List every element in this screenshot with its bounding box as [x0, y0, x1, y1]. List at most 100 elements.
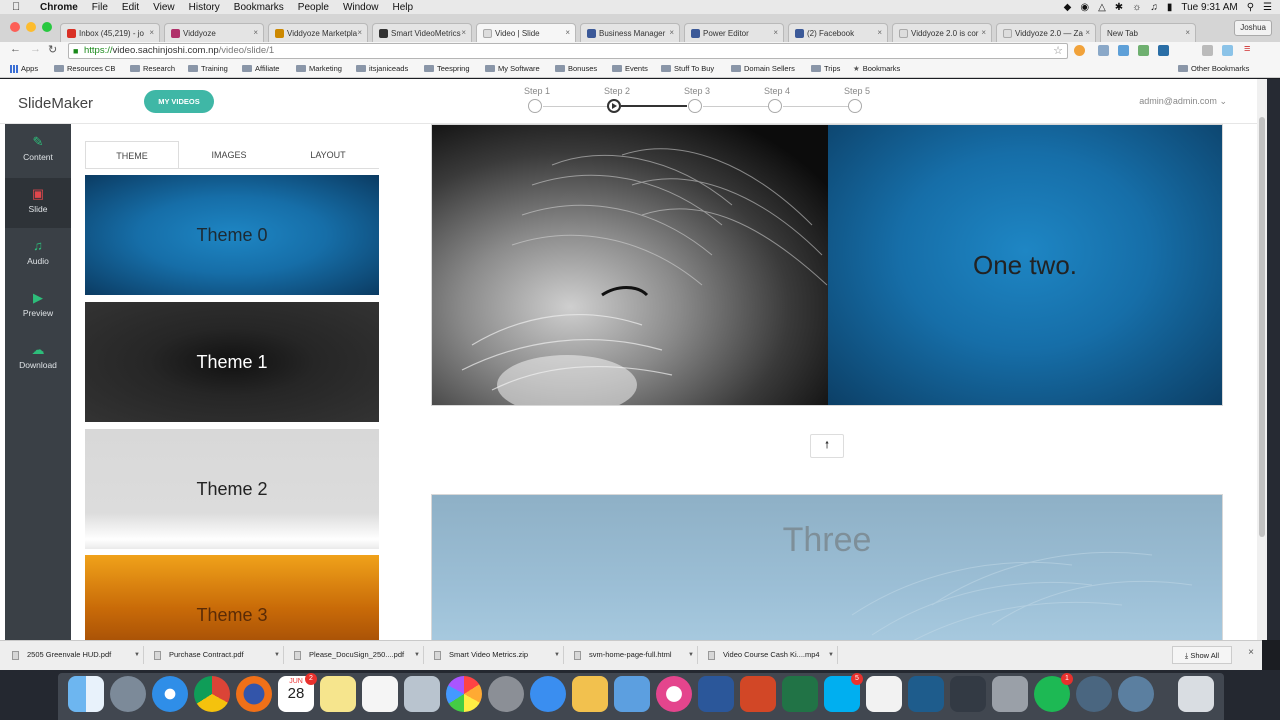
extension-icon[interactable]	[1138, 45, 1149, 56]
volume-icon[interactable]: ♫	[1150, 2, 1158, 13]
slide-text[interactable]: One two.	[973, 250, 1077, 281]
slide[interactable]: One two.	[431, 124, 1223, 406]
bookmark-star-icon[interactable]: ☆	[1053, 44, 1063, 58]
browser-tab[interactable]: (2) Facebook ×	[788, 23, 888, 42]
extension-icon[interactable]	[1098, 45, 1109, 56]
sidebar-item-download[interactable]: ☁ Download	[5, 334, 71, 384]
tab-close-icon[interactable]: ×	[773, 28, 778, 37]
menu-chrome[interactable]: Chrome	[40, 2, 78, 13]
tab-close-icon[interactable]: ×	[357, 28, 362, 37]
folder-icon[interactable]	[992, 676, 1028, 712]
bookmark-folder[interactable]: Events	[612, 64, 648, 73]
chrome-icon[interactable]	[194, 676, 230, 712]
bookmark-folder[interactable]: Trips	[811, 64, 840, 73]
tab-close-icon[interactable]: ×	[461, 28, 466, 37]
trash-icon[interactable]	[1178, 676, 1214, 712]
tab-close-icon[interactable]: ×	[877, 28, 882, 37]
app-icon[interactable]	[1118, 676, 1154, 712]
powerpoint-icon[interactable]	[740, 676, 776, 712]
bookmark-folder[interactable]: itsjaniceads	[356, 64, 408, 73]
step-4-dot[interactable]	[768, 99, 782, 113]
slide[interactable]: Three	[431, 494, 1223, 640]
forward-arrow-icon[interactable]: →	[30, 43, 41, 55]
browser-tab[interactable]: New Tab ×	[1100, 23, 1196, 42]
caret-down-icon[interactable]: ▼	[274, 646, 280, 664]
safari-icon[interactable]	[152, 676, 188, 712]
menu-view[interactable]: View	[153, 2, 175, 13]
menu-edit[interactable]: Edit	[122, 2, 139, 13]
sidebar-item-preview[interactable]: ▶ Preview	[5, 282, 71, 332]
bookmark-folder[interactable]: Domain Sellers	[731, 64, 795, 73]
sidebar-item-slide[interactable]: ▣ Slide	[5, 178, 71, 228]
bookmark-apps[interactable]: Apps	[10, 64, 38, 73]
step-2-dot-current[interactable]	[607, 99, 621, 113]
scrollbar-thumb[interactable]	[1259, 117, 1265, 537]
spotlight-search-icon[interactable]: ⚲	[1247, 2, 1254, 13]
tab-close-icon[interactable]: ×	[981, 28, 986, 37]
bookmark-folder[interactable]: Stuff To Buy	[661, 64, 714, 73]
textedit-icon[interactable]	[866, 676, 902, 712]
browser-tab[interactable]: Smart VideoMetrics ×	[372, 23, 472, 42]
pages-icon[interactable]	[572, 676, 608, 712]
tab-layout[interactable]: LAYOUT	[281, 141, 375, 169]
menu-history[interactable]: History	[189, 2, 220, 13]
tab-images[interactable]: IMAGES	[182, 141, 276, 169]
browser-tab[interactable]: Viddyoze Marketpla ×	[268, 23, 368, 42]
word-icon[interactable]	[698, 676, 734, 712]
step-3-dot[interactable]	[688, 99, 702, 113]
caret-down-icon[interactable]: ▼	[688, 646, 694, 664]
caret-down-icon[interactable]: ▼	[828, 646, 834, 664]
slide-text-panel[interactable]: One two.	[828, 125, 1222, 405]
menu-people[interactable]: People	[298, 2, 329, 13]
extension-icon[interactable]	[1222, 45, 1233, 56]
photos-icon[interactable]	[446, 676, 482, 712]
step-5-dot[interactable]	[848, 99, 862, 113]
skype-icon[interactable]: 5	[824, 673, 863, 712]
other-bookmarks[interactable]: Other Bookmarks	[1178, 64, 1249, 73]
browser-tab[interactable]: Viddyoze ×	[164, 23, 264, 42]
dropbox-icon[interactable]: ◆	[1064, 2, 1072, 13]
finder-icon[interactable]	[68, 676, 104, 712]
tab-close-icon[interactable]: ×	[149, 28, 154, 37]
calendar-icon[interactable]: JUN 28 2	[278, 673, 317, 712]
reload-icon[interactable]: ↻	[48, 43, 57, 56]
window-zoom-button[interactable]	[42, 22, 52, 32]
back-arrow-icon[interactable]: ←	[10, 43, 21, 55]
menu-bookmarks[interactable]: Bookmarks	[234, 2, 284, 13]
extension-icon[interactable]	[1158, 45, 1169, 56]
bookmark-star[interactable]: ★ Bookmarks	[853, 64, 900, 73]
preview-icon[interactable]	[404, 676, 440, 712]
theme-card[interactable]: Theme 2	[85, 429, 379, 549]
download-item[interactable]: svm-home-page-full.html ▼	[568, 646, 698, 664]
menu-help[interactable]: Help	[393, 2, 414, 13]
bookmark-folder[interactable]: Teespring	[424, 64, 470, 73]
show-all-downloads-button[interactable]: ⤓ Show All	[1172, 646, 1232, 664]
browser-tab-active[interactable]: Video | Slide ×	[476, 23, 576, 43]
download-item[interactable]: Purchase Contract.pdf ▼	[148, 646, 284, 664]
theme-card[interactable]: Theme 0	[85, 175, 379, 295]
tab-close-icon[interactable]: ×	[1185, 28, 1190, 37]
tab-close-icon[interactable]: ×	[253, 28, 258, 37]
apple-menu-icon[interactable]: 	[12, 1, 26, 13]
system-preferences-icon[interactable]	[488, 676, 524, 712]
stickies-icon[interactable]	[320, 676, 356, 712]
browser-tab[interactable]: Viddyoze 2.0 is cor ×	[892, 23, 992, 42]
menu-window[interactable]: Window	[343, 2, 379, 13]
quicktime-icon[interactable]	[1076, 676, 1112, 712]
move-slide-up-button[interactable]: 🠕	[810, 434, 844, 458]
bluetooth-icon[interactable]: ✱	[1115, 2, 1123, 13]
my-videos-button[interactable]: MY VIDEOS	[144, 90, 214, 113]
extension-icon[interactable]	[1202, 45, 1213, 56]
theme-card[interactable]: Theme 1	[85, 302, 379, 422]
menubar-clock[interactable]: Tue 9:31 AM	[1181, 2, 1237, 13]
step-1-dot[interactable]	[528, 99, 542, 113]
keynote-icon[interactable]	[614, 676, 650, 712]
firefox-icon[interactable]	[236, 676, 272, 712]
app-logo[interactable]: SlideMaker	[18, 95, 93, 112]
tab-theme[interactable]: THEME	[85, 141, 179, 169]
extension-icon[interactable]	[1074, 45, 1085, 56]
window-close-button[interactable]	[10, 22, 20, 32]
reminders-icon[interactable]	[362, 676, 398, 712]
window-minimize-button[interactable]	[26, 22, 36, 32]
menu-file[interactable]: File	[92, 2, 108, 13]
